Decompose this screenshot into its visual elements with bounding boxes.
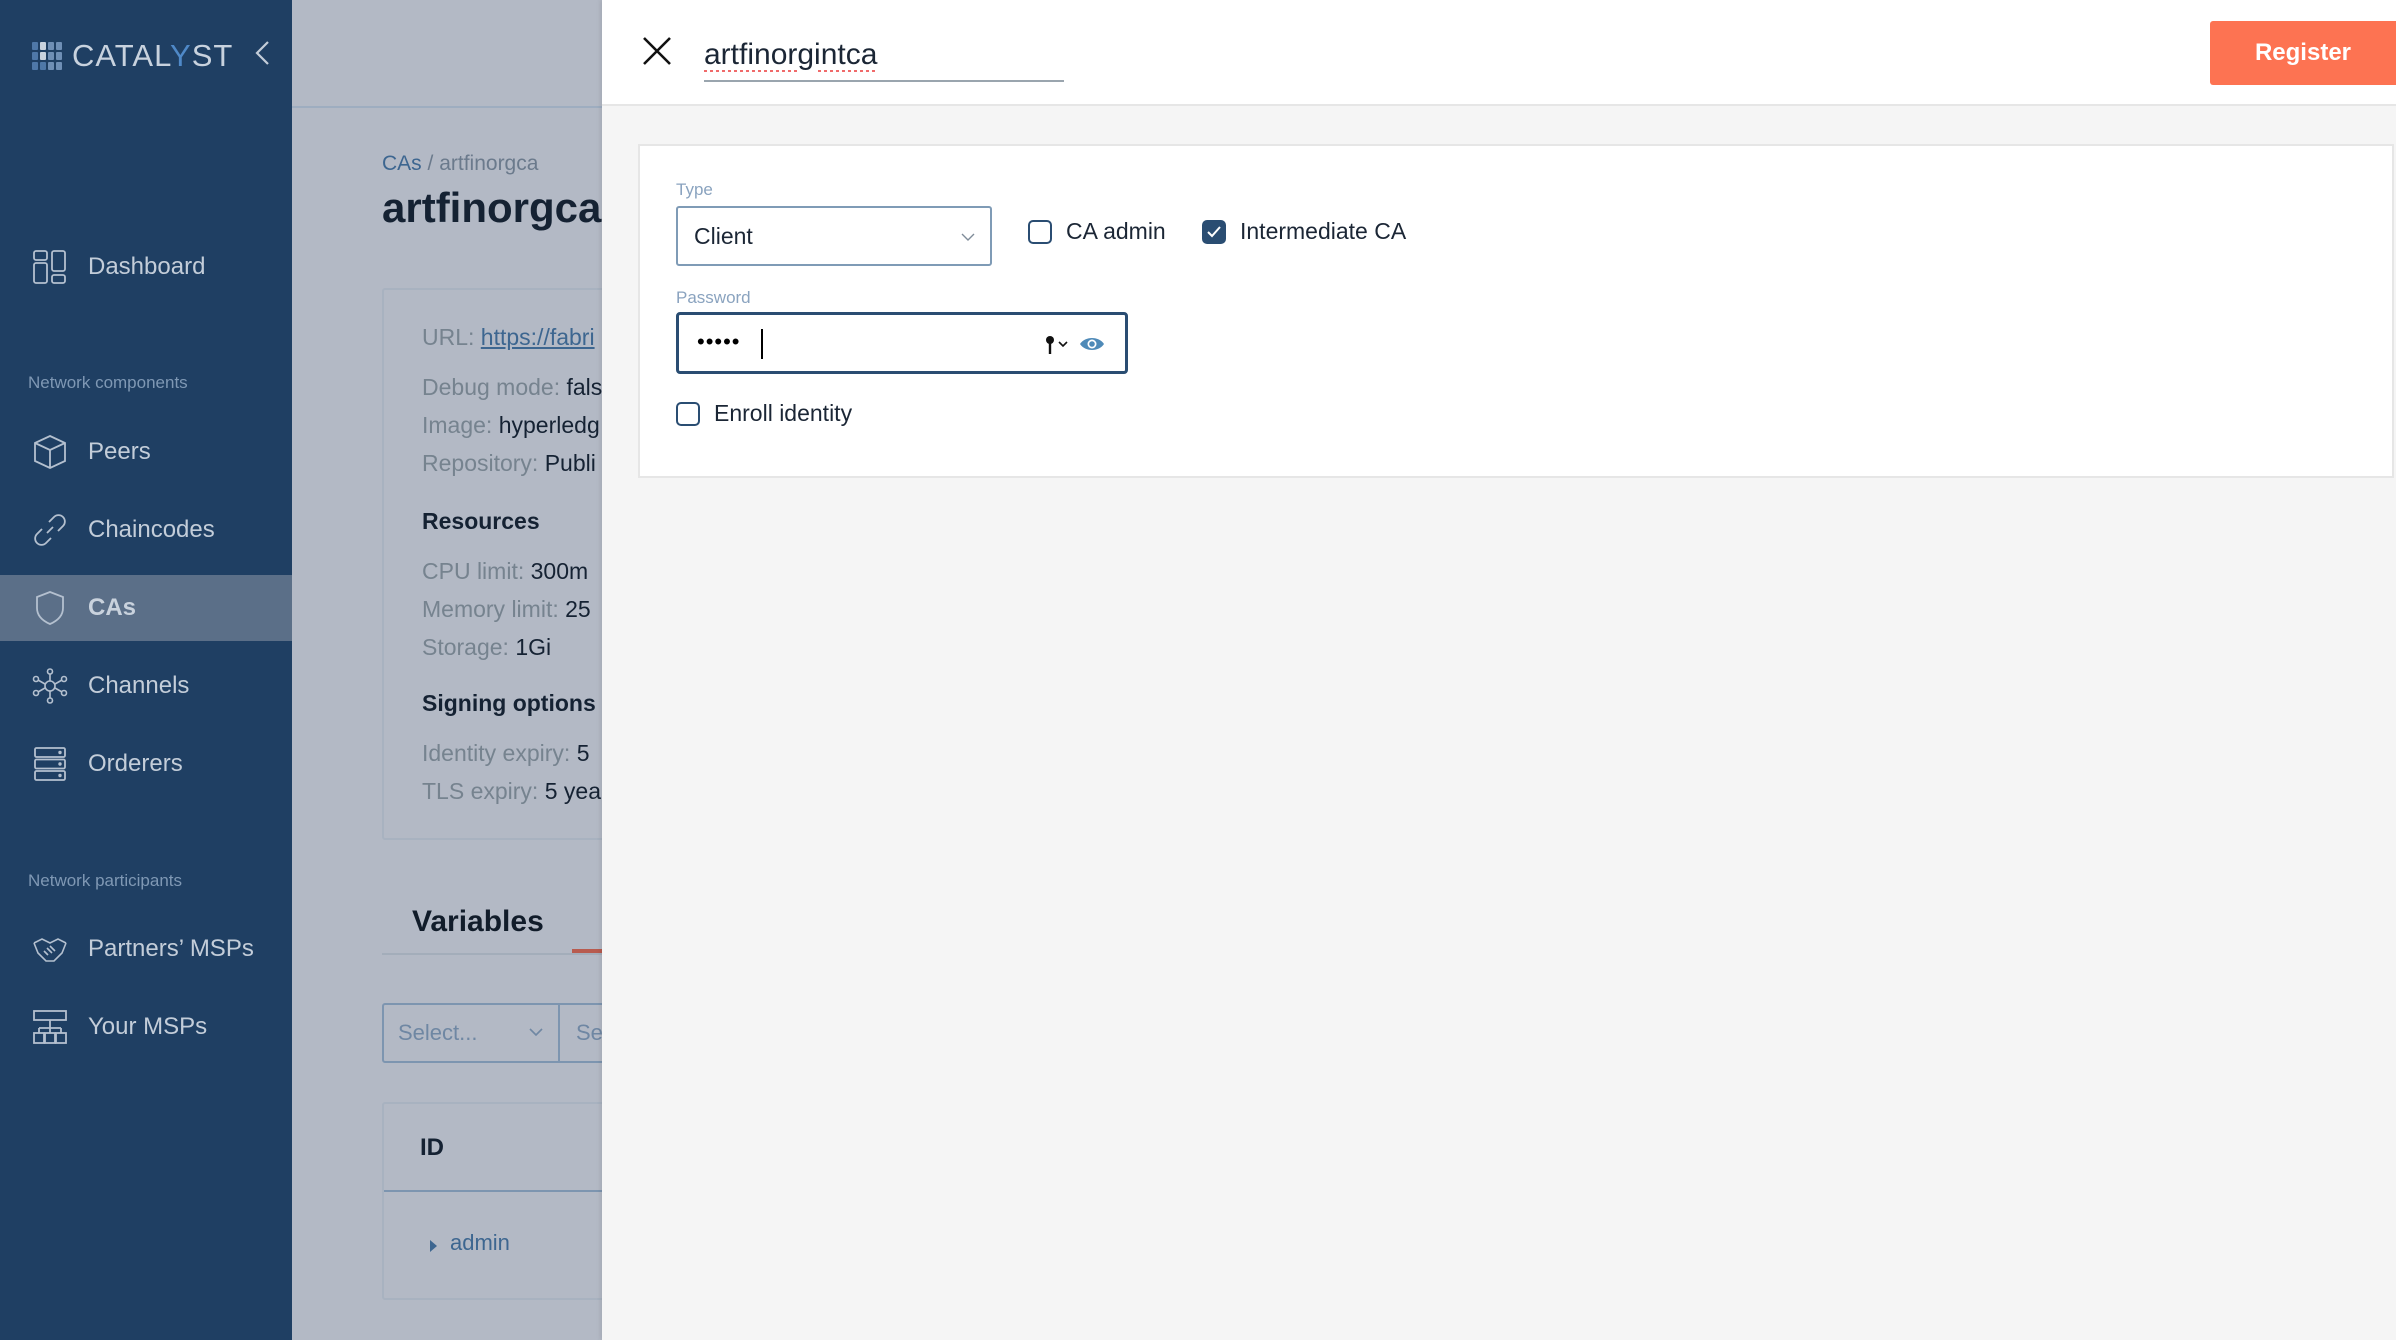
chevron-down-icon xyxy=(961,233,975,241)
expand-caret-icon[interactable] xyxy=(430,1240,437,1252)
sidebar-item-cas[interactable]: CAs xyxy=(0,575,292,641)
ca-details-card: URL: https://fabri Debug mode: fals Imag… xyxy=(382,288,602,840)
header-divider xyxy=(292,106,602,108)
resources-heading: Resources xyxy=(422,508,540,534)
checkbox-box-checked[interactable] xyxy=(1202,219,1226,244)
sidebar-item-chaincodes[interactable]: Chaincodes xyxy=(0,497,292,563)
password-input[interactable]: ••••• xyxy=(676,312,1128,374)
dashboard-icon xyxy=(33,250,66,284)
cpu-limit-row: CPU limit: 300m xyxy=(422,558,589,584)
signing-options-heading: Signing options xyxy=(422,690,596,716)
sidebar-item-channels[interactable]: Channels xyxy=(0,653,292,719)
storage-row: Storage: 1Gi xyxy=(422,634,552,660)
logo-text: CATALYST xyxy=(72,38,234,73)
table-header: ID xyxy=(384,1104,602,1192)
network-icon xyxy=(32,668,68,704)
repository-row: Repository: Publi xyxy=(422,450,596,476)
handshake-icon xyxy=(33,938,67,962)
type-select[interactable]: Client xyxy=(676,206,992,266)
sidebar-item-peers[interactable]: Peers xyxy=(0,419,292,485)
tls-expiry-row: TLS expiry: 5 year xyxy=(422,778,602,804)
breadcrumb: CAs / artfinorgca xyxy=(382,152,539,175)
sidebar-item-label: Dashboard xyxy=(88,253,206,280)
logo-cube-icon xyxy=(32,42,62,70)
cube-icon xyxy=(34,435,66,469)
checkmark-icon xyxy=(1207,225,1221,237)
identities-table: ID admin xyxy=(382,1102,602,1300)
identity-name-input[interactable] xyxy=(704,30,1064,82)
identity-expiry-row: Identity expiry: 5 xyxy=(422,740,590,766)
tab-variables[interactable]: Variables xyxy=(412,905,544,939)
background-page: CAs / artfinorgca artfinorgca URL: https… xyxy=(292,0,602,1340)
checkbox-box[interactable] xyxy=(1028,219,1052,244)
panel-header: Register xyxy=(602,0,2396,106)
active-tab-indicator xyxy=(572,949,602,953)
server-icon xyxy=(34,747,66,781)
password-manager-key-icon[interactable] xyxy=(1045,335,1073,355)
password-masked-value: ••••• xyxy=(697,329,741,354)
type-label: Type xyxy=(676,180,713,199)
breadcrumb-current: artfinorgca xyxy=(439,152,539,175)
memory-limit-row: Memory limit: 25 xyxy=(422,596,591,622)
register-identity-panel: Register Type Client CA admin Intermedia… xyxy=(602,0,2396,1340)
checkbox-box[interactable] xyxy=(676,401,700,426)
sidebar-item-label: Partners’ MSPs xyxy=(88,935,254,962)
link-icon xyxy=(34,514,66,546)
ca-admin-checkbox[interactable]: CA admin xyxy=(1028,218,1166,245)
column-id: ID xyxy=(420,1134,444,1161)
register-button[interactable]: Register xyxy=(2210,21,2396,85)
sidebar-item-partners-msps[interactable]: Partners’ MSPs xyxy=(0,916,292,982)
enroll-identity-checkbox[interactable]: Enroll identity xyxy=(676,400,852,427)
catalyst-logo[interactable]: CATALYST xyxy=(32,38,233,74)
chevron-down-icon xyxy=(529,1028,543,1037)
sidebar-item-orderers[interactable]: Orderers xyxy=(0,731,292,797)
section-network-components: Network components xyxy=(28,373,188,392)
sidebar: CATALYST Dashboard Network components Pe… xyxy=(0,0,292,1340)
url-row: URL: https://fabri xyxy=(422,324,595,350)
table-row[interactable]: admin xyxy=(384,1194,602,1298)
filter-select[interactable]: Select... xyxy=(382,1003,560,1063)
register-form-card: Type Client CA admin Intermediate CA Pas… xyxy=(638,144,2394,478)
sidebar-item-label: Chaincodes xyxy=(88,516,215,543)
breadcrumb-cas-link[interactable]: CAs xyxy=(382,152,422,175)
sidebar-item-label: Orderers xyxy=(88,750,183,777)
sidebar-item-label: CAs xyxy=(88,594,137,621)
password-label: Password xyxy=(676,288,751,307)
sidebar-item-label: Your MSPs xyxy=(88,1013,208,1040)
show-password-eye-icon[interactable] xyxy=(1079,335,1105,353)
org-chart-icon xyxy=(33,1010,67,1044)
sidebar-item-your-msps[interactable]: Your MSPs xyxy=(0,994,292,1060)
sidebar-item-label: Channels xyxy=(88,672,190,699)
page-title: artfinorgca xyxy=(382,184,602,231)
ca-url-link[interactable]: https://fabri xyxy=(481,324,595,350)
filter-bar: Select... Se xyxy=(382,1003,602,1063)
intermediate-ca-checkbox[interactable]: Intermediate CA xyxy=(1202,218,1406,245)
collapse-sidebar-icon[interactable] xyxy=(248,38,278,68)
image-row: Image: hyperledg xyxy=(422,412,600,438)
debug-mode-row: Debug mode: fals xyxy=(422,374,602,400)
tab-bar: Variables xyxy=(382,905,602,955)
filter-search-input[interactable]: Se xyxy=(560,1003,602,1063)
close-icon[interactable] xyxy=(640,34,674,68)
text-caret xyxy=(761,329,763,359)
shield-icon xyxy=(36,591,64,625)
section-network-participants: Network participants xyxy=(28,871,183,890)
row-id[interactable]: admin xyxy=(450,1230,510,1256)
sidebar-item-dashboard[interactable]: Dashboard xyxy=(0,234,292,300)
sidebar-item-label: Peers xyxy=(88,438,151,465)
